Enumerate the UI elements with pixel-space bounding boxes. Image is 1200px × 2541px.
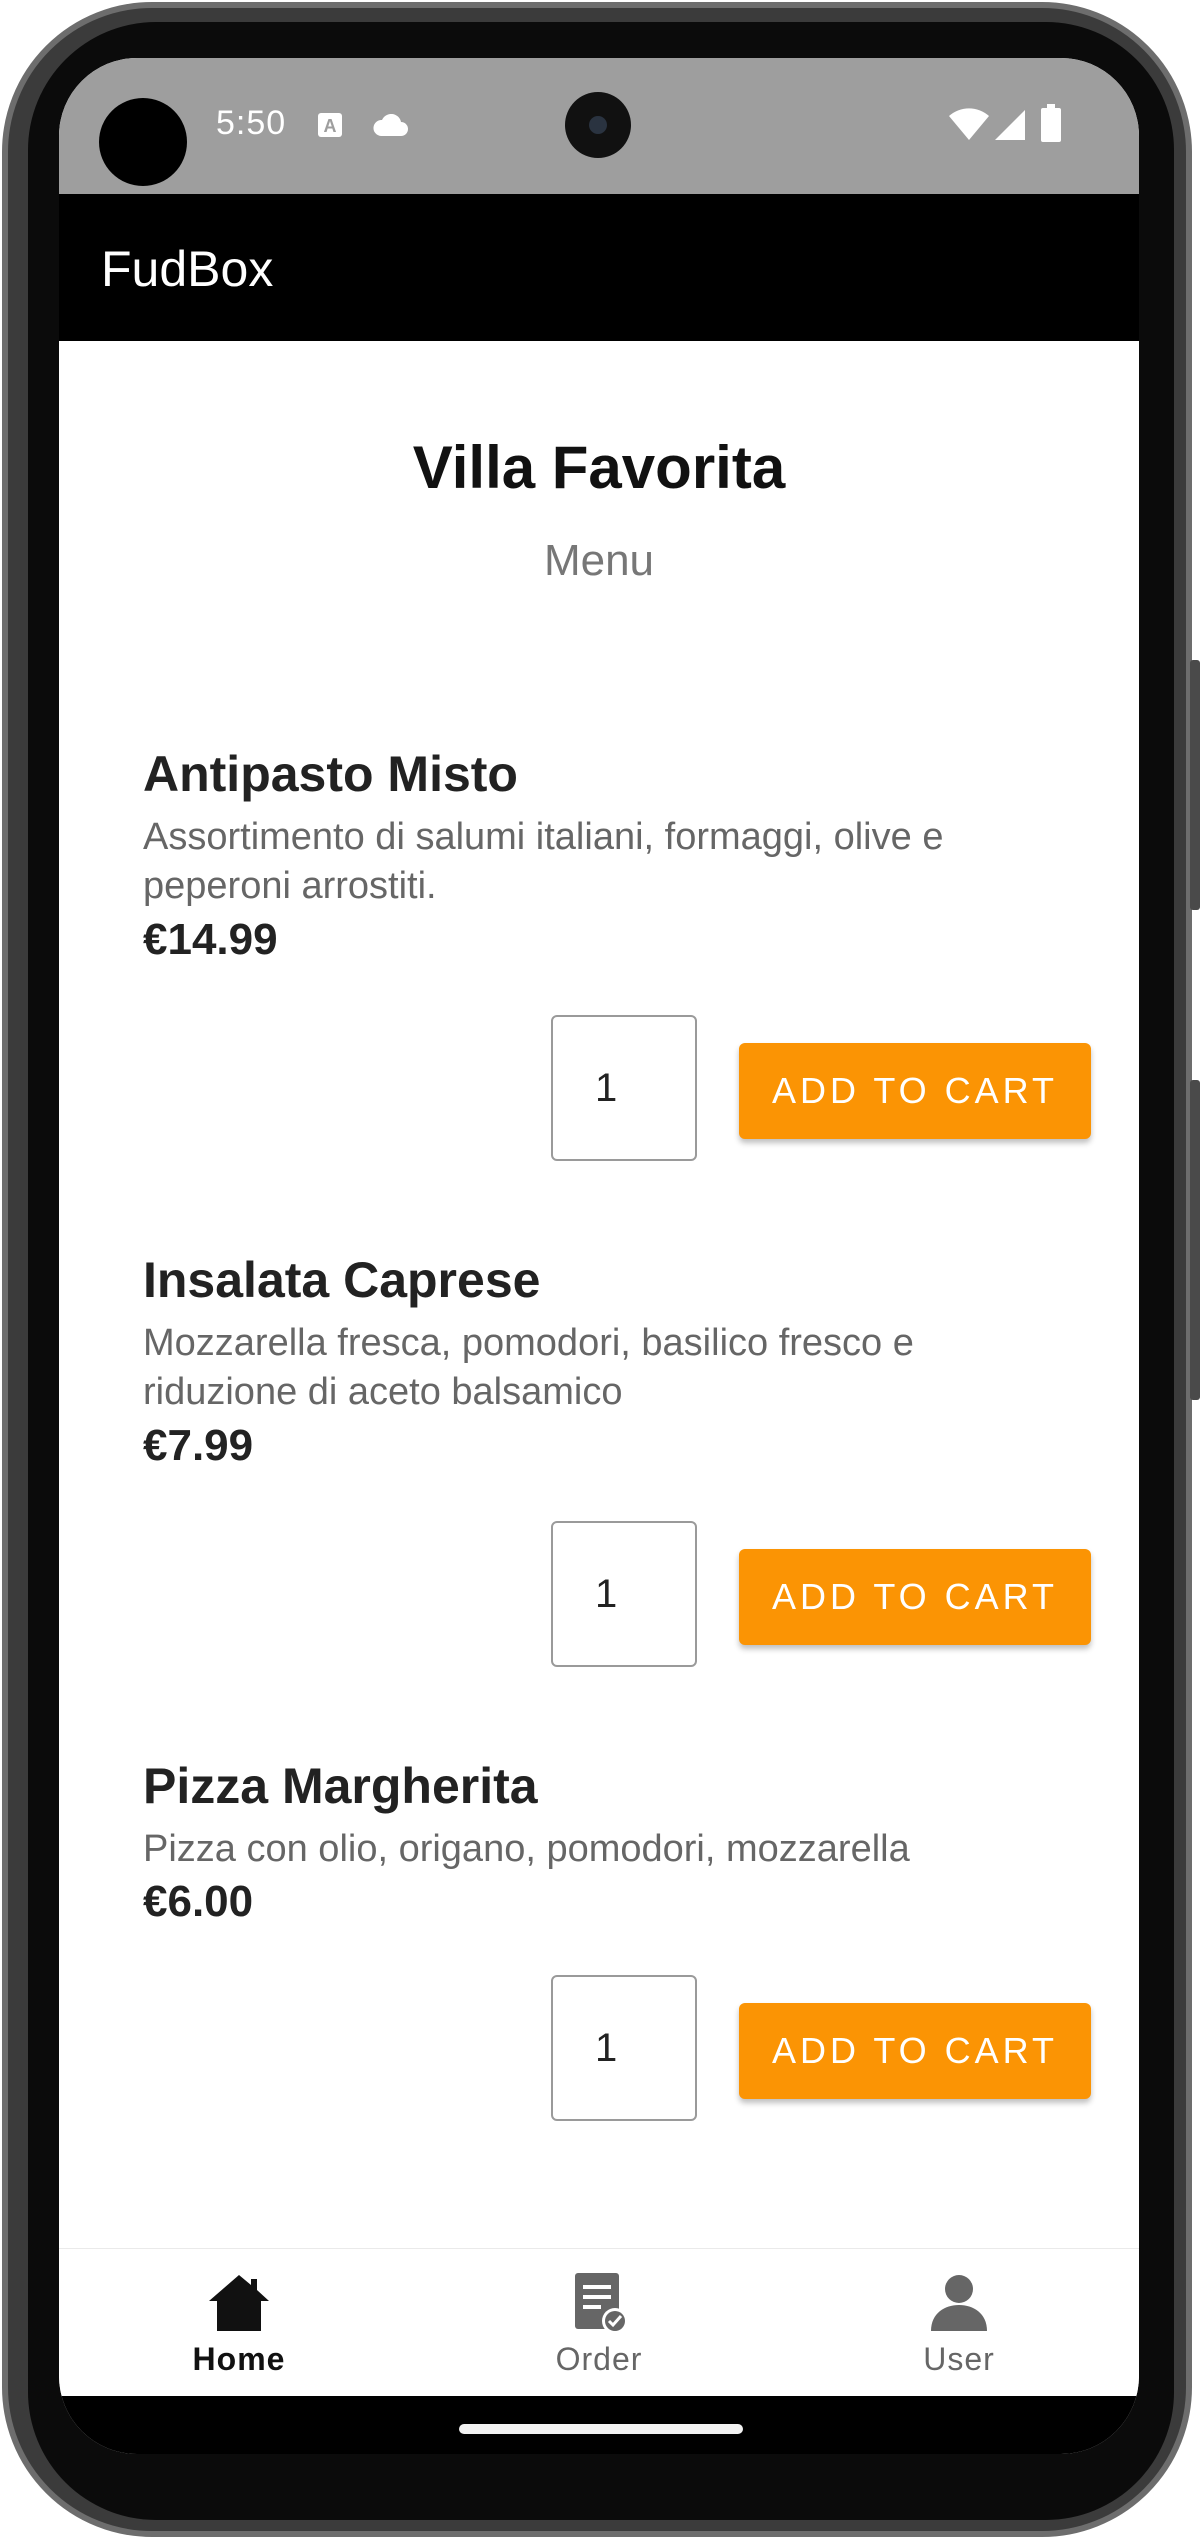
app-title: FudBox — [101, 241, 274, 297]
quantity-input[interactable]: 1 — [551, 1015, 697, 1161]
nav-label-home: Home — [192, 2341, 286, 2377]
item-name: Antipasto Misto — [143, 746, 518, 802]
restaurant-name: Villa Favorita — [412, 434, 786, 501]
wifi-icon — [949, 108, 989, 147]
battery-icon — [1041, 104, 1061, 147]
app-bar: FudBox — [59, 194, 1139, 341]
accessibility-notification-icon: A — [317, 112, 343, 143]
power-button — [1190, 660, 1200, 910]
item-description: Assortimento di salumi italiani, formagg… — [143, 816, 944, 907]
user-icon — [927, 2271, 991, 2335]
item-name: Insalata Caprese — [143, 1252, 541, 1308]
nav-item-home[interactable]: Home — [59, 2249, 419, 2397]
status-bar: 5:50 A — [59, 58, 1139, 194]
svg-text:A: A — [324, 116, 337, 136]
item-price: €6.00 — [143, 1877, 254, 1926]
nav-item-order[interactable]: Order — [419, 2249, 779, 2397]
nav-item-user[interactable]: User — [779, 2249, 1139, 2397]
item-price: €14.99 — [143, 915, 278, 964]
home-icon — [207, 2271, 271, 2335]
item-name: Pizza Margherita — [143, 1758, 538, 1814]
gesture-area — [59, 2396, 1139, 2454]
menu-subtitle: Menu — [543, 536, 655, 585]
item-description: Mozzarella fresca, pomodori, basilico fr… — [143, 1322, 914, 1413]
gesture-handle[interactable] — [459, 2424, 743, 2434]
item-description: Pizza con olio, origano, pomodori, mozza… — [143, 1828, 910, 1870]
bottom-navigation: Home Order User — [59, 2248, 1139, 2396]
signal-icon — [993, 108, 1027, 147]
item-price: €7.99 — [143, 1421, 254, 1470]
quantity-input[interactable]: 1 — [551, 1521, 697, 1667]
add-to-cart-button[interactable]: ADD TO CART — [739, 2003, 1091, 2099]
menu-item: Insalata Caprese Mozzarella fresca, pomo… — [143, 1251, 1091, 1721]
nav-label-user: User — [923, 2341, 995, 2377]
cloud-icon — [371, 113, 409, 143]
phone-device: 5:50 A FudBox Villa Favorita Menu Antipa… — [0, 0, 1200, 2541]
menu-item: Antipasto Misto Assortimento di salumi i… — [143, 745, 1091, 1215]
order-icon — [567, 2271, 631, 2335]
volume-button — [1190, 1080, 1200, 1400]
quantity-input[interactable]: 1 — [551, 1975, 697, 2121]
add-to-cart-button[interactable]: ADD TO CART — [739, 1043, 1091, 1139]
status-bar-dot — [99, 98, 187, 186]
status-time: 5:50 — [216, 104, 287, 142]
screen: 5:50 A FudBox Villa Favorita Menu Antipa… — [59, 58, 1139, 2454]
front-camera — [565, 92, 631, 158]
menu-item: Pizza Margherita Pizza con olio, origano… — [143, 1757, 1091, 2227]
nav-label-order: Order — [555, 2341, 643, 2377]
add-to-cart-button[interactable]: ADD TO CART — [739, 1549, 1091, 1645]
